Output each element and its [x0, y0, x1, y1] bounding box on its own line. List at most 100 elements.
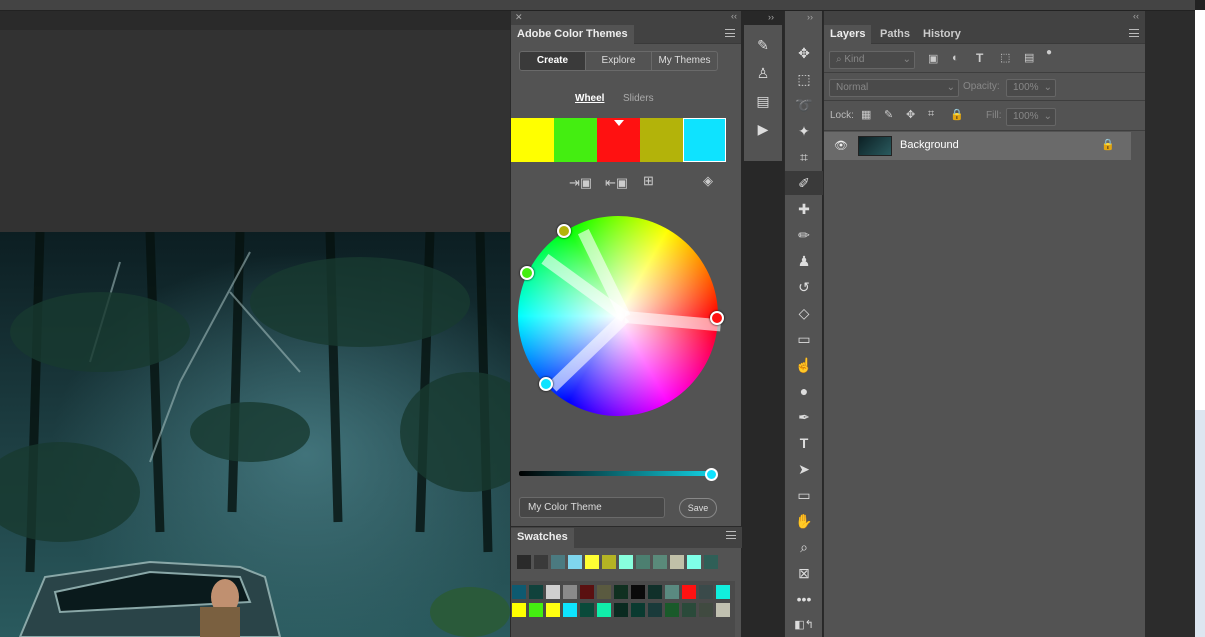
photo-canvas[interactable]: [0, 232, 510, 637]
swatch-cell[interactable]: [682, 585, 696, 599]
crop-tool-icon[interactable]: ⌗: [785, 145, 823, 169]
swatch-cell[interactable]: [563, 585, 577, 599]
layer-name[interactable]: Background: [900, 139, 959, 151]
hand-tool-icon[interactable]: ✋: [785, 509, 823, 533]
brush-tool-icon[interactable]: ✏: [785, 223, 823, 247]
stamp-tool-icon[interactable]: ♟: [785, 249, 823, 273]
theme-swatch[interactable]: [511, 118, 554, 162]
theme-name-input[interactable]: My Color Theme: [519, 497, 665, 518]
swatch-cell[interactable]: [648, 585, 662, 599]
set-from-swatch-icon[interactable]: ⇤▣: [605, 175, 628, 191]
visibility-eye-icon[interactable]: 👁: [834, 139, 848, 152]
swatch-cell[interactable]: [551, 555, 565, 569]
swatch-cell[interactable]: [682, 603, 696, 617]
rectangle-tool-icon[interactable]: ▭: [785, 483, 823, 507]
swatch-cell[interactable]: [512, 585, 526, 599]
color-rule-icon[interactable]: ◈: [703, 173, 713, 189]
zoom-tool-icon[interactable]: ⌕: [785, 535, 823, 559]
grid-icon[interactable]: ⊞: [643, 173, 654, 189]
swatch-cell[interactable]: [670, 555, 684, 569]
smart-object-filter-icon[interactable]: ▤: [1024, 51, 1034, 64]
path-selection-tool-icon[interactable]: ➤: [785, 457, 823, 481]
eraser-tool-icon[interactable]: ◇: [785, 301, 823, 325]
wheel-handle[interactable]: [710, 311, 724, 325]
kind-filter[interactable]: ⌕ Kind ⌄: [829, 51, 915, 69]
collapse-icon[interactable]: ‹‹: [1133, 11, 1139, 21]
dodge-tool-icon[interactable]: ●: [785, 379, 823, 403]
history-brush-tool-icon[interactable]: ↺: [785, 275, 823, 299]
tab-layers[interactable]: Layers: [824, 25, 872, 44]
expand-icon[interactable]: ››: [807, 12, 813, 22]
tab-swatches[interactable]: Swatches: [511, 528, 574, 548]
swatch-cell[interactable]: [653, 555, 667, 569]
theme-swatch[interactable]: [683, 118, 726, 162]
close-icon[interactable]: ✕: [515, 12, 523, 23]
swatch-cell[interactable]: [665, 603, 679, 617]
swatch-cell[interactable]: [699, 585, 713, 599]
swatch-cell[interactable]: [529, 585, 543, 599]
swatch-cell[interactable]: [580, 603, 594, 617]
expand-icon[interactable]: ››: [768, 12, 774, 22]
swatch-cell[interactable]: [546, 585, 560, 599]
gradient-tool-icon[interactable]: ▭: [785, 327, 823, 351]
type-tool-icon[interactable]: T: [785, 431, 823, 455]
clone-source-icon[interactable]: ♙: [744, 61, 782, 85]
swatch-cell[interactable]: [665, 585, 679, 599]
lasso-tool-icon[interactable]: ➰: [785, 93, 823, 117]
adjustment-filter-icon[interactable]: ◐: [952, 52, 959, 64]
shape-filter-icon[interactable]: ⬚: [1000, 51, 1010, 64]
marquee-tool-icon[interactable]: ⬚: [785, 67, 823, 91]
theme-swatch[interactable]: [640, 118, 683, 162]
swatch-cell[interactable]: [534, 555, 548, 569]
pixel-filter-icon[interactable]: ▣: [928, 52, 938, 65]
swatch-cell[interactable]: [631, 603, 645, 617]
swatch-cell[interactable]: [517, 555, 531, 569]
type-filter-icon[interactable]: T: [976, 51, 983, 65]
save-button[interactable]: Save: [679, 498, 717, 518]
panel-menu-icon[interactable]: [726, 531, 736, 539]
wheel-toggle[interactable]: Wheel: [575, 93, 604, 104]
swatch-cell[interactable]: [614, 603, 628, 617]
lock-pixels-icon[interactable]: ✎: [884, 108, 893, 121]
swatch-cell[interactable]: [602, 555, 616, 569]
swatch-cell[interactable]: [546, 603, 560, 617]
swatch-cell[interactable]: [716, 603, 730, 617]
move-tool-icon[interactable]: ✥: [785, 41, 823, 65]
collapse-icon[interactable]: ‹‹: [731, 11, 737, 21]
wheel-handle[interactable]: [520, 266, 534, 280]
swatch-cell[interactable]: [614, 585, 628, 599]
swatch-cell[interactable]: [716, 585, 730, 599]
swatch-cell[interactable]: [687, 555, 701, 569]
add-to-swatches-icon[interactable]: ⇥▣: [569, 175, 592, 191]
color-swap-icon[interactable]: ◧↰: [785, 613, 823, 637]
swatch-cell[interactable]: [585, 555, 599, 569]
panel-menu-icon[interactable]: [1129, 29, 1139, 37]
lock-all-icon[interactable]: 🔒: [950, 108, 964, 121]
fill-input[interactable]: 100% ⌄: [1006, 108, 1056, 126]
panel-menu-icon[interactable]: [725, 29, 735, 37]
eyedropper-tool-icon[interactable]: ✐: [785, 171, 823, 195]
brightness-slider[interactable]: [519, 471, 717, 476]
frame-tool-icon[interactable]: ⊠: [785, 561, 823, 585]
swatch-cell[interactable]: [580, 585, 594, 599]
opacity-input[interactable]: 100% ⌄: [1006, 79, 1056, 97]
swatch-cell[interactable]: [597, 603, 611, 617]
lock-transparency-icon[interactable]: ▦: [861, 108, 871, 121]
actions-play-icon[interactable]: ▶: [744, 117, 782, 141]
tab-explore[interactable]: Explore: [586, 52, 652, 70]
swatch-cell[interactable]: [568, 555, 582, 569]
tab-adobe-color-themes[interactable]: Adobe Color Themes: [511, 25, 634, 44]
brightness-slider-knob[interactable]: [705, 468, 718, 481]
blend-mode-select[interactable]: Normal ⌄: [829, 79, 959, 97]
swatch-cell[interactable]: [512, 603, 526, 617]
tab-history[interactable]: History: [917, 25, 967, 44]
healing-brush-tool-icon[interactable]: ✚: [785, 197, 823, 221]
swatch-cell[interactable]: [636, 555, 650, 569]
swatch-cell[interactable]: [704, 555, 718, 569]
swatch-cell[interactable]: [563, 603, 577, 617]
lock-position-icon[interactable]: ✥: [906, 108, 915, 121]
tab-create[interactable]: Create: [520, 52, 586, 70]
swatch-cell[interactable]: [631, 585, 645, 599]
pen-tool-icon[interactable]: ✒: [785, 405, 823, 429]
magic-wand-tool-icon[interactable]: ✦: [785, 119, 823, 143]
